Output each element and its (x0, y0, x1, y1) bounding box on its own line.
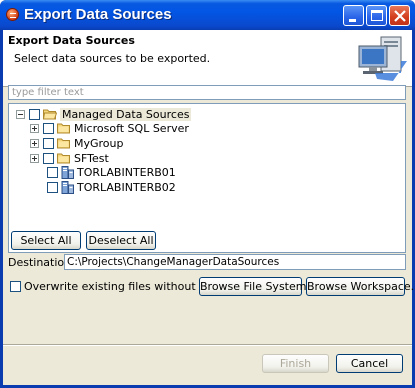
tree-item-label[interactable]: Managed Data Sources (60, 107, 192, 121)
export-dialog-window: Export Data Sources Export Data Sources … (0, 0, 415, 388)
collapse-toggle-icon[interactable] (16, 109, 25, 119)
deselect-all-button[interactable]: Deselect All (86, 231, 156, 250)
export-computer-icon (358, 36, 407, 81)
tree-item-label[interactable]: MyGroup (74, 137, 124, 150)
maximize-icon (371, 10, 383, 21)
select-all-button[interactable]: Select All (11, 231, 81, 250)
tree-item-label[interactable]: Microsoft SQL Server (74, 122, 189, 135)
finish-button[interactable]: Finish (262, 354, 329, 373)
folder-icon (57, 153, 70, 164)
destination-field[interactable]: C:\Projects\ChangeManagerDataSources (64, 254, 406, 270)
server-icon (61, 165, 74, 179)
folder-open-icon (43, 109, 57, 120)
wizard-banner: Export Data Sources Select data sources … (3, 30, 412, 87)
tree-checkbox[interactable] (47, 181, 58, 193)
overwrite-checkbox[interactable] (10, 281, 21, 292)
tree-item-label[interactable]: SFTest (74, 152, 109, 165)
tree-checkbox[interactable] (43, 122, 54, 134)
dialog-body: Export Data Sources Select data sources … (3, 30, 415, 385)
expand-toggle-icon[interactable] (30, 123, 39, 133)
banner-description: Select data sources to be exported. (14, 52, 211, 65)
tree-checkbox[interactable] (47, 166, 58, 178)
button-bar-separator (3, 344, 412, 346)
maximize-button[interactable] (366, 5, 387, 26)
folder-icon (57, 138, 70, 149)
expand-toggle-icon[interactable] (30, 153, 39, 163)
tree-item-torlabinterb02[interactable]: TORLABINTERB02 (43, 180, 176, 194)
tree-item-torlabinterb01[interactable]: TORLABINTERB01 (43, 165, 176, 179)
browse-workspace-button[interactable]: Browse Workspace... (306, 277, 415, 296)
tree-checkbox[interactable] (43, 137, 54, 149)
window-title: Export Data Sources (24, 6, 172, 23)
tree-item-microsoft-sql-server[interactable]: Microsoft SQL Server (30, 121, 189, 135)
tree-item-label[interactable]: TORLABINTERB01 (77, 166, 176, 179)
tree-root-row[interactable]: Managed Data Sources (16, 107, 192, 121)
filter-input[interactable]: type filter text (8, 85, 406, 100)
minimize-button[interactable] (343, 5, 364, 26)
minimize-icon (349, 19, 356, 22)
server-icon (61, 180, 74, 194)
tree-item-mygroup[interactable]: MyGroup (30, 136, 124, 150)
tree-item-sftest[interactable]: SFTest (30, 151, 109, 165)
tree-item-label[interactable]: TORLABINTERB02 (77, 181, 176, 194)
tree-checkbox[interactable] (43, 152, 54, 164)
app-icon (6, 8, 19, 21)
expand-toggle-icon[interactable] (30, 138, 39, 148)
title-bar[interactable]: Export Data Sources (0, 0, 415, 30)
browse-file-system-button[interactable]: Browse File System... (199, 277, 317, 296)
close-icon (394, 10, 406, 22)
folder-icon (57, 123, 70, 134)
banner-title: Export Data Sources (8, 34, 135, 47)
cancel-button[interactable]: Cancel (336, 354, 403, 373)
tree-checkbox[interactable] (29, 108, 40, 120)
close-button[interactable] (389, 5, 410, 26)
